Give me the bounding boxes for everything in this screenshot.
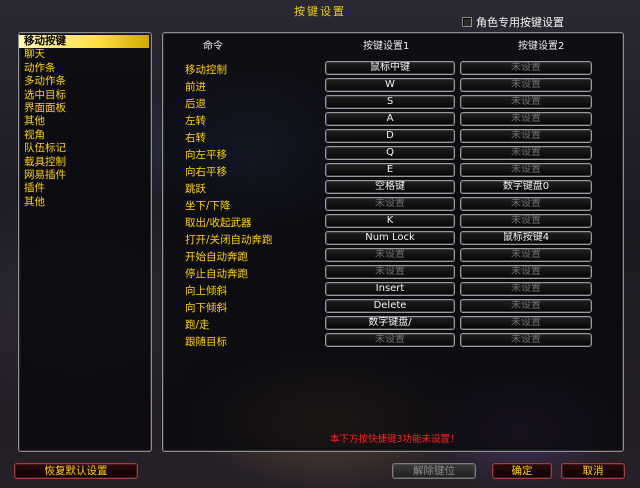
command-label: 取出/收起武器 [185, 217, 252, 229]
command-label: 坐下/下降 [185, 200, 231, 212]
command-label: 右转 [185, 132, 206, 144]
key1-button[interactable]: K [325, 214, 455, 228]
keybind-row: 向左平移 Q 未设置 [163, 145, 623, 162]
key1-button[interactable]: Q [325, 146, 455, 160]
key1-button[interactable]: Insert [325, 282, 455, 296]
key2-button[interactable]: 未设置 [460, 248, 592, 262]
command-label: 向左平移 [185, 149, 227, 161]
command-label: 开始自动奔跑 [185, 251, 248, 263]
keybind-row: 跳跃 空格键 数字键盘0 [163, 179, 623, 196]
category-item[interactable]: 多动作条 [19, 75, 151, 88]
key1-button[interactable]: 未设置 [325, 265, 455, 279]
key1-button[interactable]: D [325, 129, 455, 143]
keybind-rows: 移动控制 鼠标中键 未设置 前进 W 未设置 后退 S 未设置 左转 A 未设置 右转 D 未设置 向左平移 Q… [163, 60, 623, 349]
command-label: 跑/走 [185, 319, 210, 331]
keybind-row: 向下倾斜 Delete 未设置 [163, 298, 623, 315]
key2-button[interactable]: 未设置 [460, 282, 592, 296]
keybind-row: 开始自动奔跑 未设置 未设置 [163, 247, 623, 264]
keybind-row: 后退 S 未设置 [163, 94, 623, 111]
keybind-row: 坐下/下降 未设置 未设置 [163, 196, 623, 213]
key1-button[interactable]: Delete [325, 299, 455, 313]
category-item[interactable]: 其他 [19, 115, 151, 128]
unbind-key-button[interactable]: 解除键位 [392, 463, 476, 479]
key1-button[interactable]: 未设置 [325, 197, 455, 211]
command-label: 后退 [185, 98, 206, 110]
category-item[interactable]: 选中目标 [19, 89, 151, 102]
key2-button[interactable]: 未设置 [460, 61, 592, 75]
key2-button[interactable]: 鼠标按键4 [460, 231, 592, 245]
category-item[interactable]: 插件 [19, 182, 151, 195]
reset-defaults-button[interactable]: 恢复默认设置 [14, 463, 138, 479]
key1-button[interactable]: E [325, 163, 455, 177]
key2-button[interactable]: 未设置 [460, 333, 592, 347]
key1-button[interactable]: A [325, 112, 455, 126]
warning-message: 本下方按快捷键3功能未设置！ [330, 434, 460, 445]
char-specific-checkbox[interactable] [462, 17, 472, 27]
key2-button[interactable]: 未设置 [460, 299, 592, 313]
category-item[interactable]: 移动按键 [19, 35, 149, 49]
keybind-row: 移动控制 鼠标中键 未设置 [163, 60, 623, 77]
cancel-button[interactable]: 取消 [561, 463, 625, 479]
command-label: 跟随目标 [185, 336, 227, 348]
keybind-row: 跑/走 数字键盘/未设置 [163, 315, 623, 332]
character-specific-toggle[interactable]: 角色专用按键设置 [462, 14, 564, 30]
key2-button[interactable]: 未设置 [460, 265, 592, 279]
header-key1: 按键设置1 [363, 41, 410, 52]
command-label: 跳跃 [185, 183, 206, 195]
command-label: 移动控制 [185, 64, 227, 76]
key2-button[interactable]: 未设置 [460, 78, 592, 92]
keybind-row: 前进 W 未设置 [163, 77, 623, 94]
key1-button[interactable]: Num Lock [325, 231, 455, 245]
key1-button[interactable]: S [325, 95, 455, 109]
key2-button[interactable]: 未设置 [460, 163, 592, 177]
command-label: 向右平移 [185, 166, 227, 178]
keybind-row: 跟随目标 未设置 未设置 [163, 332, 623, 349]
command-label: 打开/关闭自动奔跑 [185, 234, 273, 246]
category-item[interactable]: 网易插件 [19, 169, 151, 182]
category-list: 移动按键 聊天 动作条 多动作条 选中目标 界面面板 其他 视角 队伍标记 载具控制 网易插件 插件其… [18, 32, 152, 452]
category-item[interactable]: 界面面板 [19, 102, 151, 115]
header-command: 命令 [203, 41, 223, 52]
keybind-row: 取出/收起武器 K 未设置 [163, 213, 623, 230]
key2-button[interactable]: 未设置 [460, 129, 592, 143]
command-label: 向上倾斜 [185, 285, 227, 297]
key1-button[interactable]: 鼠标中键 [325, 61, 455, 75]
command-label: 向下倾斜 [185, 302, 227, 314]
char-specific-label: 角色专用按键设置 [476, 16, 564, 29]
key1-button[interactable]: 空格键 [325, 180, 455, 194]
keybind-row: 停止自动奔跑 未设置 未设置 [163, 264, 623, 281]
key2-button[interactable]: 未设置 [460, 214, 592, 228]
keybind-row: 向右平移 E 未设置 [163, 162, 623, 179]
category-item[interactable]: 队伍标记 [19, 142, 151, 155]
keybind-panel: 命令 按键设置1 按键设置2 移动控制 鼠标中键 未设置 前进 W 未设置 后退 S 未设置 左转… [162, 32, 624, 452]
key2-button[interactable]: 未设置 [460, 112, 592, 126]
keybind-row: 打开/关闭自动奔跑 Num Lock 鼠标按键4 [163, 230, 623, 247]
keybind-row: 向上倾斜 Insert 未设置 [163, 281, 623, 298]
category-item[interactable]: 其他 [19, 196, 151, 209]
command-label: 停止自动奔跑 [185, 268, 248, 280]
command-label: 前进 [185, 81, 206, 93]
key2-button[interactable]: 数字键盘0 [460, 180, 592, 194]
key1-button[interactable]: 未设置 [325, 248, 455, 262]
category-item[interactable]: 动作条 [19, 62, 151, 75]
key2-button[interactable]: 未设置 [460, 146, 592, 160]
key1-button[interactable]: 数字键盘/ [325, 316, 455, 330]
header-key2: 按键设置2 [518, 41, 565, 52]
keybind-row: 左转 A 未设置 [163, 111, 623, 128]
category-item[interactable]: 聊天 [19, 48, 151, 61]
category-item[interactable]: 载具控制 [19, 156, 151, 169]
key2-button[interactable]: 未设置 [460, 316, 592, 330]
key1-button[interactable]: 未设置 [325, 333, 455, 347]
keybind-row: 右转 D 未设置 [163, 128, 623, 145]
key1-button[interactable]: W [325, 78, 455, 92]
key2-button[interactable]: 未设置 [460, 95, 592, 109]
category-item[interactable]: 视角 [19, 129, 151, 142]
command-label: 左转 [185, 115, 206, 127]
key2-button[interactable]: 未设置 [460, 197, 592, 211]
ok-button[interactable]: 确定 [492, 463, 552, 479]
